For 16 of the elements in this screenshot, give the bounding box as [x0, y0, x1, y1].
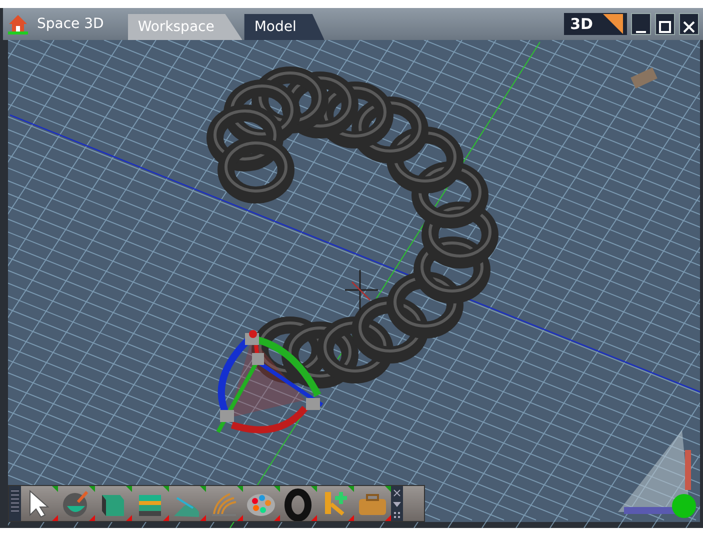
close-icon	[682, 20, 696, 34]
camera-icon[interactable]	[630, 68, 658, 88]
minimize-button[interactable]	[631, 13, 651, 35]
toolbar-options-icon[interactable]	[391, 486, 403, 521]
transform-gizmo-drawing[interactable]	[216, 330, 324, 434]
window-title: Space 3D	[37, 14, 104, 34]
close-button[interactable]	[679, 13, 699, 35]
house-icon[interactable]	[7, 13, 29, 35]
grip-handle-icon[interactable]	[9, 486, 21, 521]
crosshair-icon	[344, 269, 379, 311]
view-mode-button[interactable]: 3D	[564, 13, 627, 35]
tab[interactable]: Model	[244, 14, 324, 40]
maximize-button[interactable]	[655, 13, 675, 35]
maximize-icon	[658, 20, 672, 34]
orientation-cube-drawing[interactable]	[618, 430, 696, 518]
minimize-icon	[636, 30, 646, 33]
